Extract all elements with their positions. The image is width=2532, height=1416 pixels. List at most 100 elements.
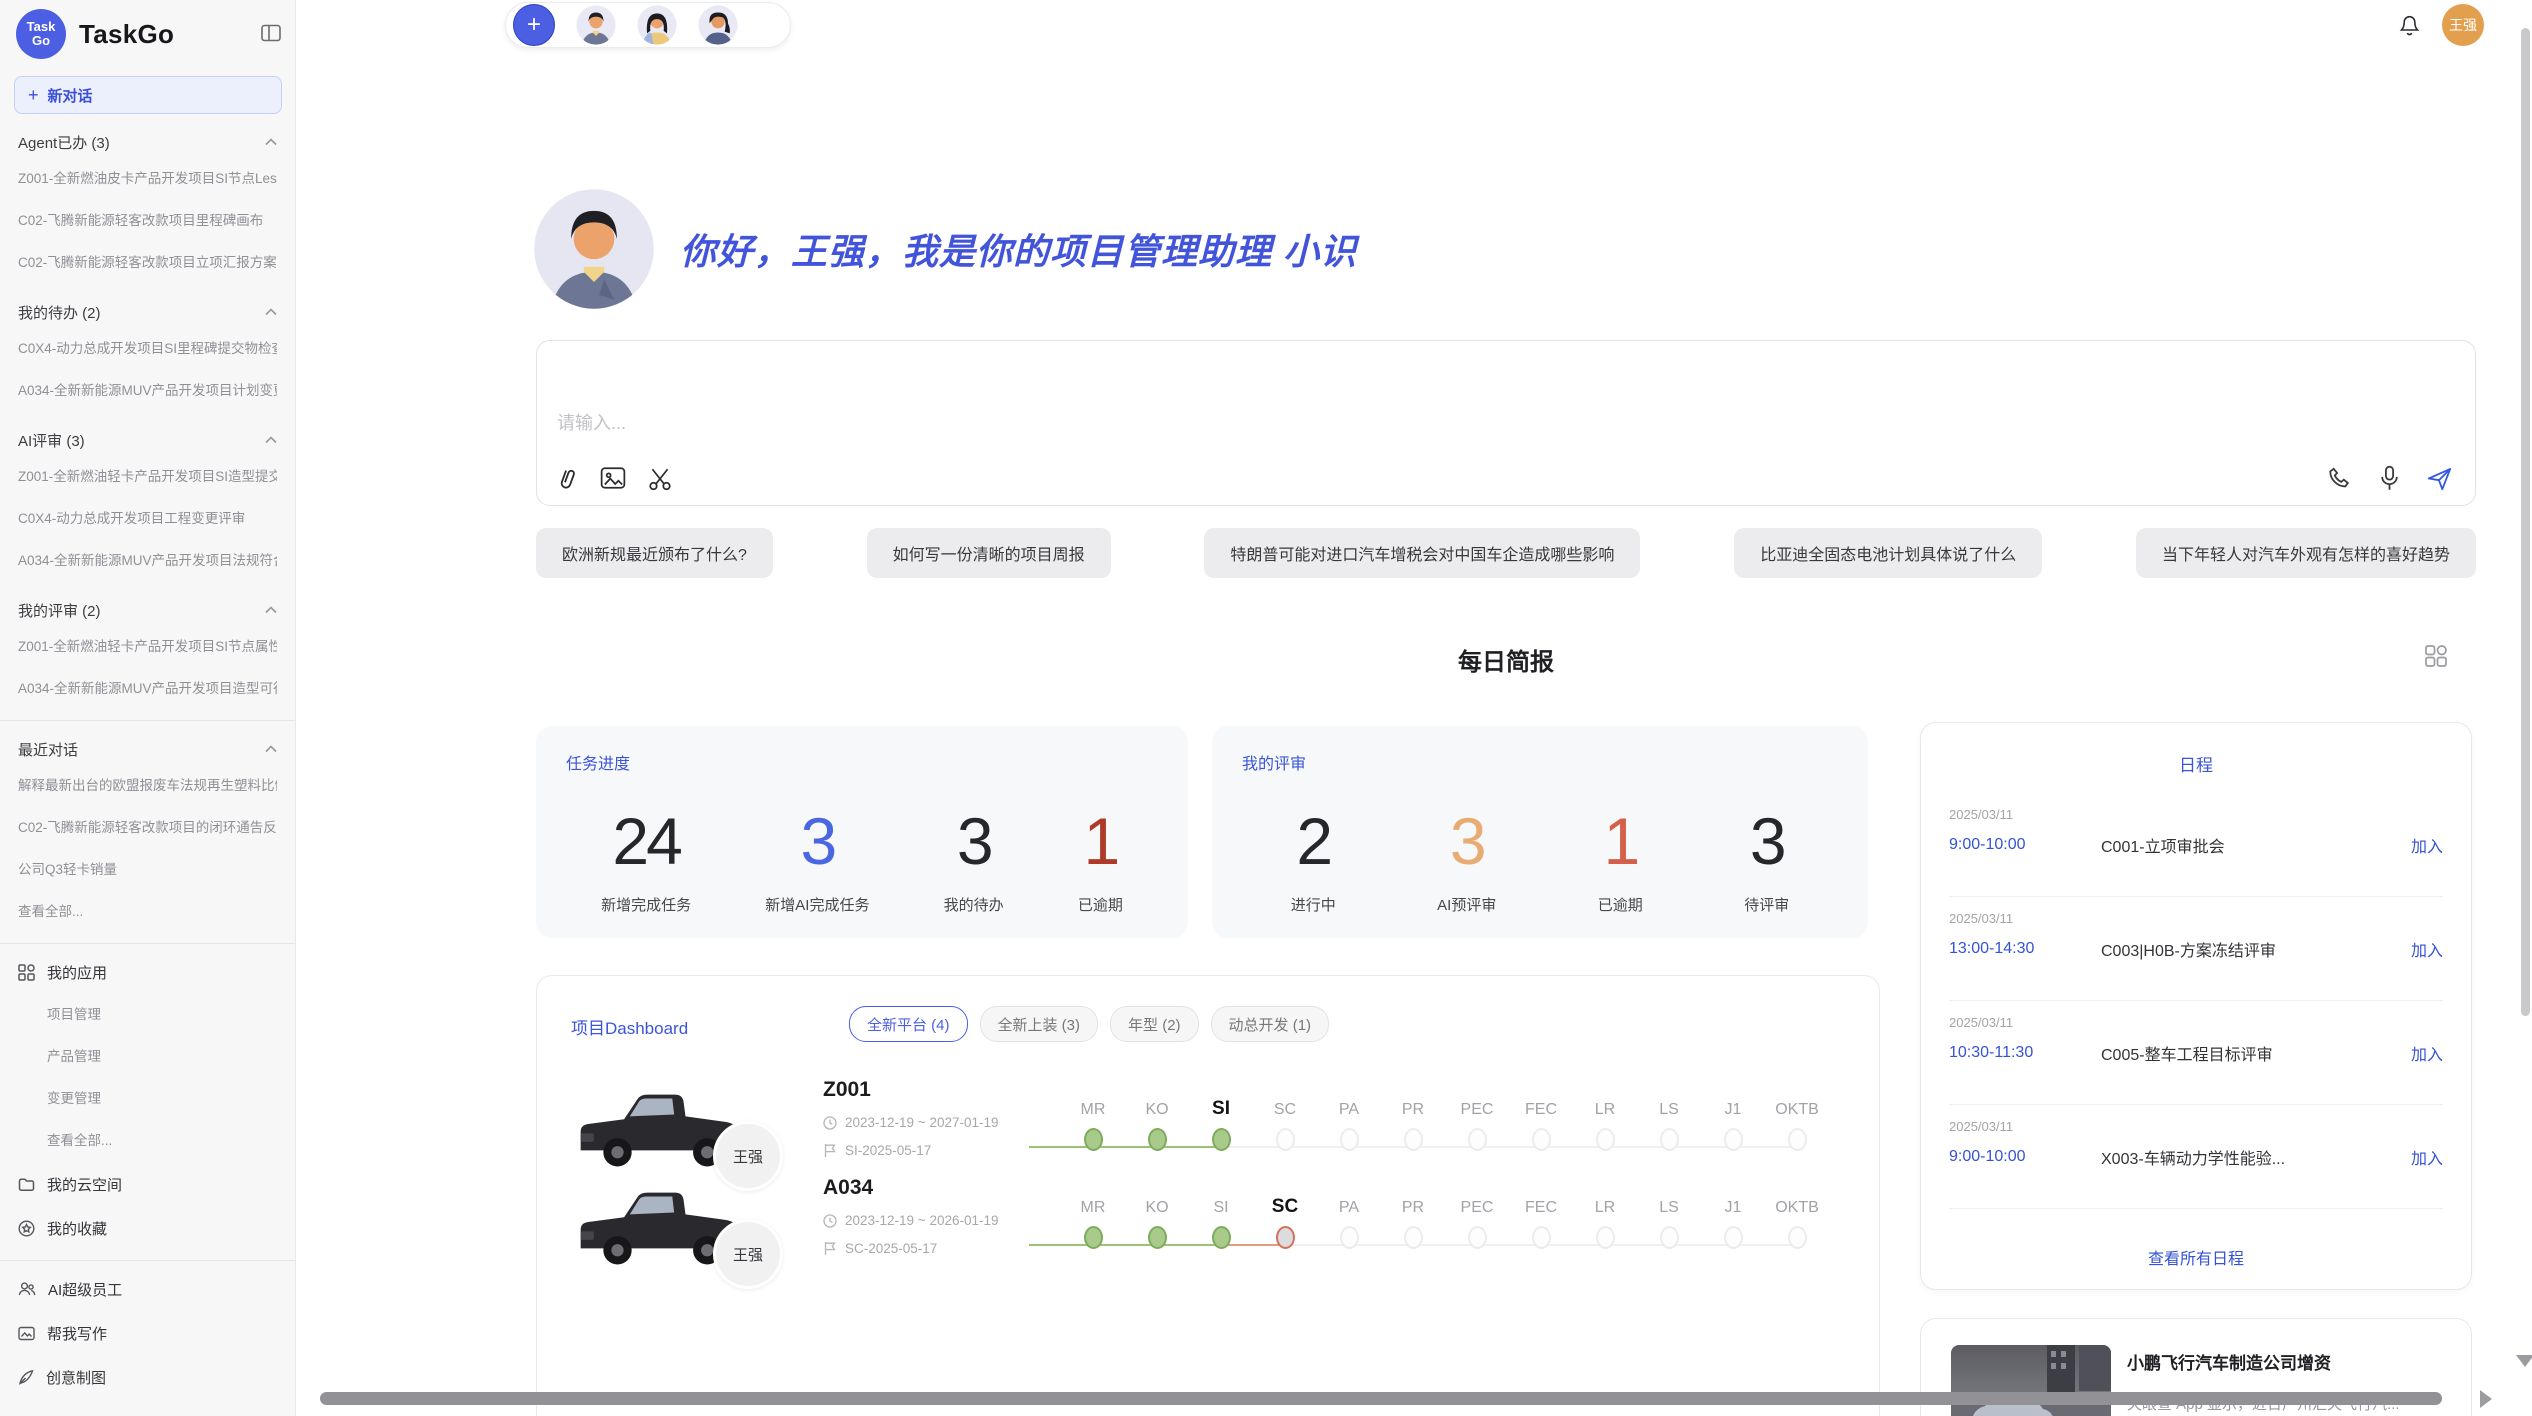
milestone-node: OKTB bbox=[1765, 1088, 1829, 1151]
sidebar-item-favorites[interactable]: 我的收藏 bbox=[18, 1206, 277, 1250]
schedule-item: 2025/03/11 9:00-10:00 C001-立项审批会 加入 bbox=[1949, 793, 2443, 897]
avatar[interactable] bbox=[576, 5, 616, 45]
sidebar-item[interactable]: C02-飞腾新能源轻客改款项目里程碑画布 bbox=[18, 200, 277, 242]
schedule-item: 2025/03/11 10:30-11:30 C005-整车工程目标评审 加入 bbox=[1949, 1001, 2443, 1105]
plus-icon: + bbox=[28, 86, 39, 104]
folder-icon bbox=[18, 1177, 35, 1192]
sidebar-item[interactable]: A034-全新新能源MUV产品开发项目计划变更表编写 bbox=[18, 370, 277, 412]
recent-chat-item[interactable]: 解释最新出台的欧盟报废车法规再生塑料比例被调至15%... bbox=[18, 765, 277, 807]
horizontal-scrollbar[interactable] bbox=[320, 1392, 2442, 1405]
stat-new-completed: 24 新增完成任务 bbox=[601, 808, 691, 915]
layout-grid-icon[interactable] bbox=[2424, 644, 2448, 668]
task-progress-stats: 24 新增完成任务 3 新增AI完成任务 3 我的待办 1 已逾期 bbox=[536, 784, 1188, 938]
milestone-node: MR bbox=[1061, 1186, 1125, 1249]
app-item-product-mgmt[interactable]: 产品管理 bbox=[18, 1036, 277, 1078]
sidebar-item-creative-drawing[interactable]: 创意制图 bbox=[18, 1355, 277, 1399]
scissors-icon[interactable] bbox=[647, 466, 673, 492]
scroll-right-arrow[interactable] bbox=[2480, 1390, 2492, 1408]
tab-new-platform[interactable]: 全新平台 (4) bbox=[849, 1006, 968, 1042]
creative-drawing-label: 创意制图 bbox=[46, 1367, 106, 1388]
join-meeting-link[interactable]: 加入 bbox=[2411, 937, 2443, 961]
milestone-dot bbox=[1276, 1226, 1295, 1249]
section-header-ai-review[interactable]: AI评审 (3) bbox=[18, 424, 277, 456]
tab-powertrain-dev[interactable]: 动总开发 (1) bbox=[1211, 1006, 1330, 1042]
image-icon[interactable] bbox=[600, 466, 626, 490]
sidebar-item[interactable]: Z001-全新燃油轻卡产品开发项目SI节点属性5D文件评审 bbox=[18, 626, 277, 668]
collapse-sidebar-icon[interactable] bbox=[261, 24, 281, 42]
sidebar-item[interactable]: Z001-全新燃油轻卡产品开发项目SI造型提交物评审 bbox=[18, 456, 277, 498]
view-all-schedule-link[interactable]: 查看所有日程 bbox=[1921, 1245, 2471, 1269]
suggestion-chip[interactable]: 比亚迪全固态电池计划具体说了什么 bbox=[1734, 528, 2042, 578]
phone-icon[interactable] bbox=[2328, 466, 2353, 491]
section-header-recent-chats[interactable]: 最近对话 bbox=[18, 733, 277, 765]
view-all-apps-link[interactable]: 查看全部... bbox=[18, 1120, 277, 1162]
sidebar-item[interactable]: C02-飞腾新能源轻客改款项目立项汇报方案 bbox=[18, 242, 277, 284]
quick-contacts-bar: + bbox=[505, 2, 791, 48]
stat-pending-review: 3 待评审 bbox=[1744, 808, 1789, 915]
project-date-range: 2023-12-19 ~ 2026-01-19 bbox=[845, 1213, 999, 1228]
tab-new-body[interactable]: 全新上装 (3) bbox=[980, 1006, 1099, 1042]
suggestion-chip[interactable]: 当下年轻人对汽车外观有怎样的喜好趋势 bbox=[2136, 528, 2476, 578]
attachment-icon[interactable] bbox=[551, 463, 582, 496]
notifications-bell-icon[interactable] bbox=[2398, 12, 2421, 36]
section-header-my-todo[interactable]: 我的待办 (2) bbox=[18, 296, 277, 328]
microphone-icon[interactable] bbox=[2378, 465, 2401, 492]
section-header-agent-done[interactable]: Agent已办 (3) bbox=[18, 126, 277, 158]
app-item-project-mgmt[interactable]: 项目管理 bbox=[18, 994, 277, 1036]
tab-model-year[interactable]: 年型 (2) bbox=[1110, 1006, 1199, 1042]
composer-right-tools bbox=[2328, 465, 2453, 492]
milestone-node: PR bbox=[1381, 1186, 1445, 1249]
milestone-dot bbox=[1148, 1226, 1167, 1249]
milestone-node: PA bbox=[1317, 1186, 1381, 1249]
avatar[interactable] bbox=[698, 5, 738, 45]
sidebar-item-my-apps[interactable]: 我的应用 bbox=[18, 950, 277, 994]
sidebar-item-cloud-space[interactable]: 我的云空间 bbox=[18, 1162, 277, 1206]
avatar[interactable] bbox=[637, 5, 677, 45]
section-header-my-review[interactable]: 我的评审 (2) bbox=[18, 594, 277, 626]
star-badge-icon bbox=[18, 1220, 35, 1237]
milestone-node: FEC bbox=[1509, 1088, 1573, 1151]
milestone-node: J1 bbox=[1701, 1186, 1765, 1249]
milestone-dot bbox=[1340, 1128, 1359, 1151]
sidebar-item[interactable]: A034-全新新能源MUV产品开发项目造型可行性评审 bbox=[18, 668, 277, 710]
project-owner-badge: 王强 bbox=[713, 1219, 783, 1289]
milestone-dot bbox=[1404, 1128, 1423, 1151]
send-icon[interactable] bbox=[2426, 465, 2453, 492]
view-all-chats-link[interactable]: 查看全部... bbox=[18, 891, 277, 933]
message-input[interactable]: 请输入... bbox=[536, 340, 2476, 506]
project-code[interactable]: A034 bbox=[823, 1176, 999, 1200]
sidebar-item[interactable]: C0X4-动力总成开发项目工程变更评审 bbox=[18, 498, 277, 540]
section-my-review: 我的评审 (2) Z001-全新燃油轻卡产品开发项目SI节点属性5D文件评审 A… bbox=[18, 594, 277, 710]
new-chat-button[interactable]: + 新对话 bbox=[14, 76, 282, 114]
recent-chat-item[interactable]: C02-飞腾新能源轻客改款项目的闭环通告反馈情况 bbox=[18, 807, 277, 849]
milestone-timeline: MR KO SI SC PA PR PEC FEC LR LS J1 OKTB bbox=[1061, 1186, 1829, 1249]
help-me-write-label: 帮我写作 bbox=[47, 1323, 107, 1344]
app-item-change-mgmt[interactable]: 变更管理 bbox=[18, 1078, 277, 1120]
add-contact-button[interactable]: + bbox=[513, 4, 555, 46]
project-dashboard-title: 项目Dashboard bbox=[571, 1014, 688, 1039]
sidebar-item[interactable]: Z001-全新燃油皮卡产品开发项目SI节点Lesson Learn报告 bbox=[18, 158, 277, 200]
recent-chat-item[interactable]: 公司Q3轻卡销量 bbox=[18, 849, 277, 891]
suggestion-chip[interactable]: 欧洲新规最近颁布了什么? bbox=[536, 528, 773, 578]
sidebar-item-ai-super-staff[interactable]: AI超级员工 bbox=[18, 1267, 277, 1311]
sidebar-item[interactable]: A034-全新新能源MUV产品开发项目法规符合性评审 bbox=[18, 540, 277, 582]
scroll-down-arrow[interactable] bbox=[2516, 1355, 2532, 1367]
project-code[interactable]: Z001 bbox=[823, 1078, 999, 1102]
suggestion-chip[interactable]: 如何写一份清晰的项目周报 bbox=[867, 528, 1111, 578]
milestone-node: PR bbox=[1381, 1088, 1445, 1151]
schedule-date: 2025/03/11 bbox=[1949, 1015, 2443, 1030]
join-meeting-link[interactable]: 加入 bbox=[2411, 1041, 2443, 1065]
join-meeting-link[interactable]: 加入 bbox=[2411, 833, 2443, 857]
schedule-item: 2025/03/11 9:00-10:00 X003-车辆动力学性能验... 加… bbox=[1949, 1105, 2443, 1209]
sidebar-item[interactable]: C0X4-动力总成开发项目SI里程碑提交物检查 bbox=[18, 328, 277, 370]
divider bbox=[0, 943, 295, 944]
join-meeting-link[interactable]: 加入 bbox=[2411, 1145, 2443, 1169]
sidebar-item-help-me-write[interactable]: 帮我写作 bbox=[18, 1311, 277, 1355]
project-row: 王强 A034 2023-12-19 ~ 2026-01-19 SC-2025-… bbox=[537, 1164, 1879, 1294]
suggestion-chip[interactable]: 特朗普可能对进口汽车增税会对中国车企造成哪些影响 bbox=[1204, 528, 1640, 578]
vertical-scrollbar[interactable] bbox=[2521, 28, 2530, 1016]
schedule-event-title: X003-车辆动力学性能验... bbox=[2101, 1145, 2411, 1169]
milestone-dot bbox=[1468, 1128, 1487, 1151]
user-avatar[interactable]: 王强 bbox=[2442, 4, 2484, 46]
milestone-dot bbox=[1468, 1226, 1487, 1249]
